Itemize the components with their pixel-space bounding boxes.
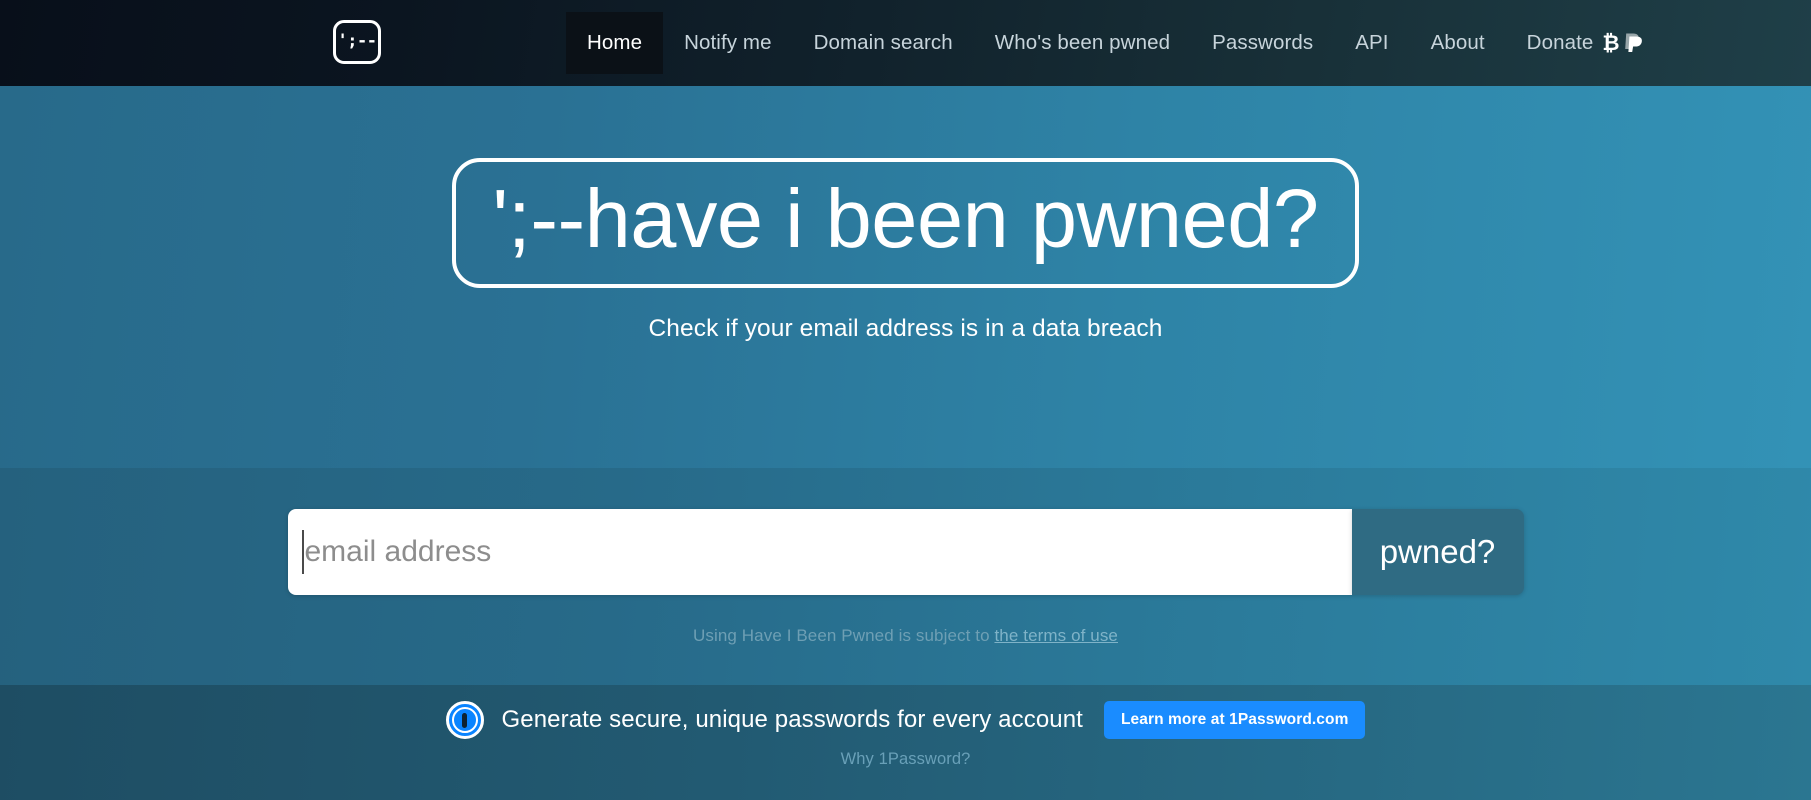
- search-section: pwned? Using Have I Been Pwned is subjec…: [0, 468, 1811, 685]
- onepassword-promo-section: Generate secure, unique passwords for ev…: [0, 685, 1811, 800]
- onepassword-promo-row: Generate secure, unique passwords for ev…: [445, 701, 1366, 739]
- hero-title-box: ';--have i been pwned?: [452, 158, 1359, 288]
- nav-item-passwords[interactable]: Passwords: [1191, 0, 1334, 86]
- terms-of-use-link[interactable]: the terms of use: [994, 626, 1118, 645]
- nav-item-donate[interactable]: Donate ₿: [1506, 0, 1664, 86]
- pwned-search-button[interactable]: pwned?: [1351, 509, 1524, 595]
- nav-item-api[interactable]: API: [1334, 0, 1409, 86]
- 1password-logo: [445, 701, 484, 739]
- donate-icons: ₿: [1602, 32, 1642, 54]
- learn-more-1password-button[interactable]: Learn more at 1Password.com: [1103, 701, 1366, 739]
- nav-item-donate-label: Donate: [1526, 31, 1594, 54]
- terms-prefix: Using Have I Been Pwned is subject to: [693, 626, 995, 645]
- search-input[interactable]: [287, 509, 1352, 595]
- nav-item-about[interactable]: About: [1410, 0, 1506, 86]
- terms-of-use-line: Using Have I Been Pwned is subject to th…: [693, 626, 1118, 646]
- nav-item-whos-been-pwned[interactable]: Who's been pwned: [974, 0, 1191, 86]
- page-title: ';--have i been pwned?: [492, 172, 1319, 265]
- hero-subtitle: Check if your email address is in a data…: [648, 314, 1163, 342]
- hero-section: ';--have i been pwned? Check if your ema…: [0, 86, 1811, 468]
- top-navigation-bar: ';-- Home Notify me Domain search Who's …: [0, 0, 1811, 86]
- page-root: ';-- Home Notify me Domain search Who's …: [0, 0, 1811, 800]
- nav-item-domain-search[interactable]: Domain search: [793, 0, 974, 86]
- onepassword-headline: Generate secure, unique passwords for ev…: [501, 706, 1083, 733]
- paypal-icon: [1623, 32, 1643, 54]
- bitcoin-icon: ₿: [1602, 31, 1620, 55]
- why-1password-link[interactable]: Why 1Password?: [841, 750, 971, 769]
- nav-item-home[interactable]: Home: [566, 12, 664, 74]
- nav-item-notify-me[interactable]: Notify me: [663, 0, 792, 86]
- logo-text: ';--: [337, 30, 377, 51]
- nav-items: Home Notify me Domain search Who's been …: [566, 0, 1664, 86]
- search-form: pwned?: [287, 509, 1524, 595]
- have-i-been-pwned-logo[interactable]: ';--: [333, 20, 381, 64]
